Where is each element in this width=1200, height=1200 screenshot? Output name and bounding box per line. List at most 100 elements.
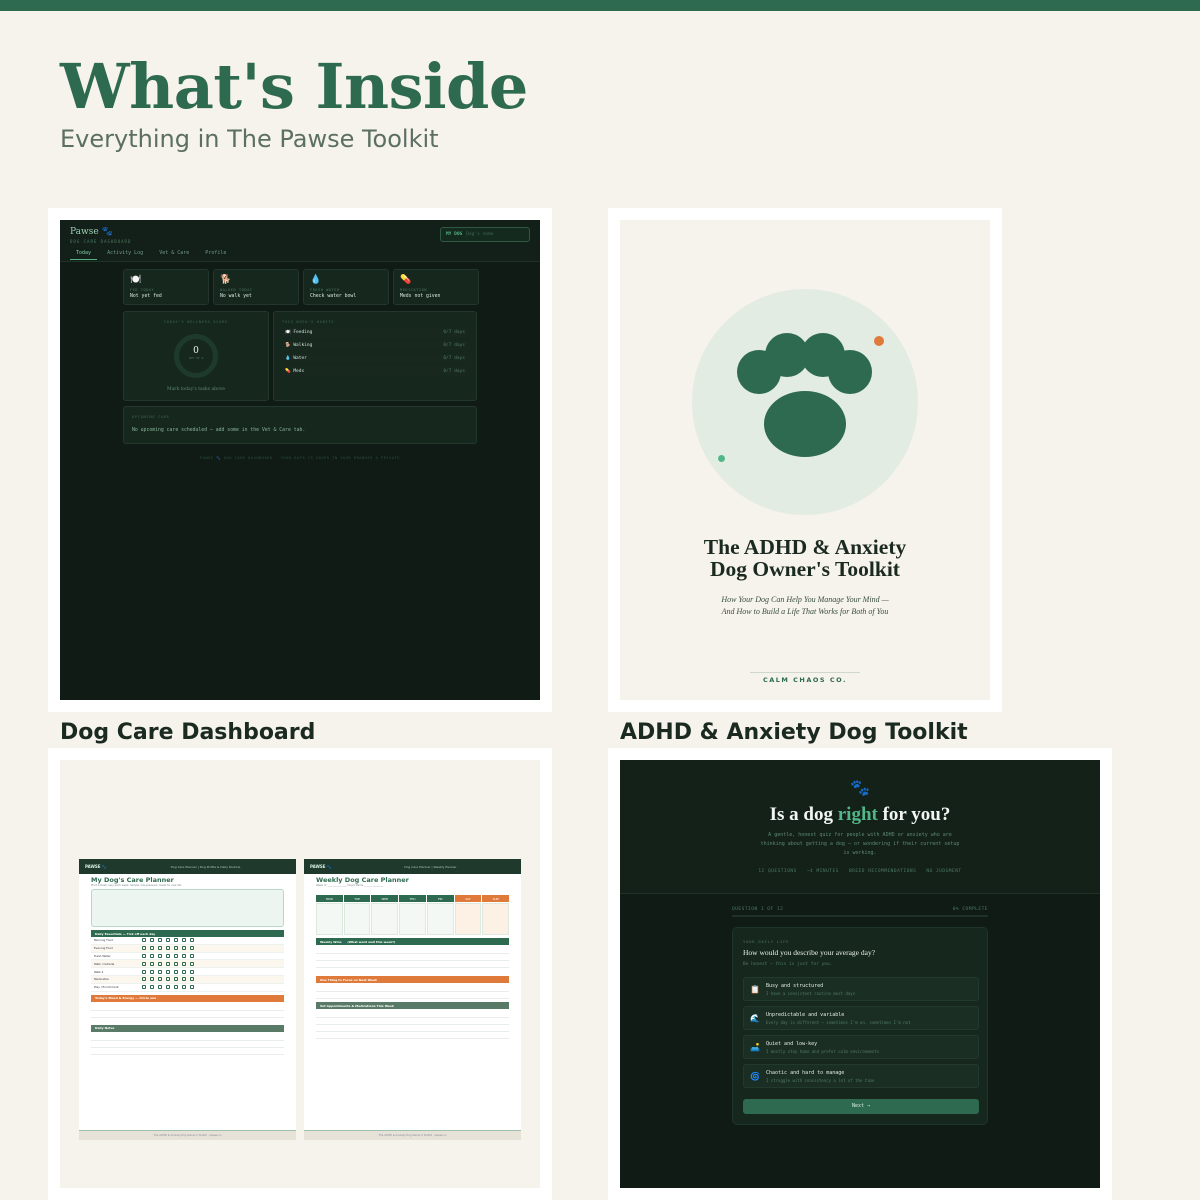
tab-profile[interactable]: Profile	[199, 250, 232, 260]
planner-nav: Dog Care Planner | Weekly Planner	[404, 864, 457, 869]
stat-label: FRESH WATER	[310, 288, 340, 292]
answer-option-quiet[interactable]: 🛋️ Quiet and low-key I mostly stay home an…	[743, 1035, 979, 1059]
focus-lines	[316, 985, 509, 999]
clipboard-icon: 📋	[750, 985, 760, 994]
habit-name: 💧 Water	[285, 356, 307, 361]
wellness-score: 0	[193, 346, 199, 356]
toolkit-cover: The ADHD & Anxiety Dog Owner's Toolkit Ho…	[620, 220, 990, 700]
wave-icon: 🌊	[750, 1014, 760, 1023]
stat-water[interactable]: 💧 FRESH WATER Check water bowl	[303, 269, 389, 305]
paw-toe-icon	[828, 350, 872, 394]
planner-subtitle: Week of _______________ Dog's Name _____…	[316, 884, 384, 887]
quiz-tag: BREED RECOMMENDATIONS	[848, 869, 917, 874]
quiz-progress-labels: QUESTION 1 OF 12 0% COMPLETE	[732, 907, 988, 912]
answer-option-unpredictable[interactable]: 🌊 Unpredictable and variable Every day is …	[743, 1006, 979, 1030]
answer-option-busy[interactable]: 📋 Busy and structured I have a consistent …	[743, 977, 979, 1001]
card-dog-care-planner[interactable]: PAWSE 🐾 Dog Care Planner | Dog Profile & …	[48, 748, 552, 1200]
planner-footer: The ADHD & Anxiety Dog Owner's Toolkit ·…	[79, 1130, 296, 1140]
grid-row: Morning Food	[91, 937, 284, 945]
tab-today[interactable]: Today	[70, 250, 98, 260]
option-desc: I mostly stay home and prefer calm envir…	[766, 1049, 880, 1054]
progress-question: QUESTION 1 OF 12	[732, 907, 784, 912]
dashboard-brand: Pawse 🐾	[70, 227, 113, 237]
stat-value: No walk yet	[220, 294, 252, 299]
daily-grid: Morning Food Evening Food Fresh Water Wa…	[91, 937, 284, 992]
habit-days: 0/7 days	[443, 356, 465, 361]
wellness-hint: Mark today's tasks above	[167, 387, 225, 392]
stat-label: FED TODAY	[130, 288, 155, 292]
wellness-ring: 0 OUT OF 4	[174, 334, 218, 378]
dog-icon: 🐕	[220, 275, 232, 285]
planner-preview: PAWSE 🐾 Dog Care Planner | Dog Profile & …	[60, 760, 540, 1188]
habit-days: 0/7 days	[443, 343, 465, 348]
planner-footer: The ADHD & Anxiety Dog Owner's Toolkit ·…	[304, 1130, 521, 1140]
stat-value: Meds not given	[400, 294, 441, 299]
card-dog-care-dashboard[interactable]: Pawse 🐾 DOG CARE DASHBOARD MY DOG Dog's n…	[48, 208, 552, 712]
stat-walked[interactable]: 🐕 WALKED TODAY No walk yet	[213, 269, 299, 305]
day-header: FRI	[426, 895, 454, 902]
option-desc: Every day is different — sometimes I'm o…	[766, 1020, 911, 1025]
day-header: TUE	[343, 895, 371, 902]
stat-medication[interactable]: 💊 MEDICATION Meds not given	[393, 269, 479, 305]
dashboard-tabs: Today Activity Log Vet & Care Profile	[70, 250, 232, 260]
planner-page-daily: PAWSE 🐾 Dog Care Planner | Dog Profile & …	[79, 859, 296, 1140]
habit-row: 🐕 Walking 0/7 days	[282, 341, 468, 350]
habit-row: 💧 Water 0/7 days	[282, 354, 468, 363]
grid-row: Walk 2	[91, 968, 284, 976]
pill-icon: 💊	[400, 275, 412, 285]
notes-lines	[91, 1033, 284, 1060]
next-button[interactable]: Next →	[743, 1099, 979, 1114]
grid-row: Walk / Outside	[91, 960, 284, 969]
grid-row: Fresh Water	[91, 953, 284, 961]
option-title: Busy and structured	[766, 983, 824, 989]
dog-name-placeholder: Dog's name	[466, 232, 494, 237]
option-title: Chaotic and hard to manage	[766, 1070, 845, 1076]
option-title: Quiet and low-key	[766, 1041, 818, 1047]
dog-name-input[interactable]: MY DOG Dog's name	[440, 227, 530, 242]
card-dog-quiz[interactable]: 🐾 Is a dog right for you? A gentle, hone…	[608, 748, 1112, 1200]
day-header: THU	[399, 895, 426, 902]
grid-row: Evening Food	[91, 944, 284, 953]
wellness-heading: TODAY'S WELLNESS SCORE	[164, 320, 228, 324]
green-dot-icon	[718, 455, 725, 462]
day-column	[399, 903, 426, 935]
stat-label: MEDICATION	[400, 288, 428, 292]
tab-activity-log[interactable]: Activity Log	[101, 250, 149, 260]
grid-row: Medication	[91, 975, 284, 984]
top-accent-bar	[0, 0, 1200, 11]
option-title: Unpredictable and variable	[766, 1012, 845, 1018]
water-drop-icon: 💧	[310, 275, 322, 285]
habit-name: 💊 Meds	[285, 369, 305, 374]
weekday-headers: MON TUE WED THU FRI SAT SUN	[316, 895, 510, 902]
vet-lines	[316, 1011, 509, 1041]
dashboard-brand-sub: DOG CARE DASHBOARD	[70, 239, 132, 244]
dashboard-screenshot: Pawse 🐾 DOG CARE DASHBOARD MY DOG Dog's n…	[60, 220, 540, 700]
quiz-title: Is a dog right for you?	[769, 804, 951, 825]
section-mood-energy: Today's Mood & Energy — Circle one	[91, 994, 284, 1002]
habit-name: 🐕 Walking	[285, 343, 313, 348]
day-column	[343, 903, 371, 935]
question-category: YOUR DAILY LIFE	[743, 939, 790, 944]
status-cards: 🍽️ FED TODAY Not yet fed 🐕 WALKED TODAY No w…	[123, 269, 479, 305]
wins-lines	[316, 947, 509, 973]
card-adhd-anxiety-toolkit[interactable]: The ADHD & Anxiety Dog Owner's Toolkit Ho…	[608, 208, 1002, 712]
tab-vet-care[interactable]: Vet & Care	[153, 250, 195, 260]
stat-fed[interactable]: 🍽️ FED TODAY Not yet fed	[123, 269, 209, 305]
habit-row: 🍽️ Feeding 0/7 days	[282, 328, 468, 337]
cover-divider	[750, 672, 860, 673]
planner-title: Weekly Dog Care Planner	[316, 876, 409, 884]
paw-pad-icon	[764, 391, 846, 457]
weekday-columns	[316, 903, 510, 935]
quiz-screenshot: 🐾 Is a dog right for you? A gentle, hone…	[620, 760, 1100, 1188]
page-title: What's Inside	[60, 50, 528, 123]
planner-brand: PAWSE 🐾	[310, 864, 332, 869]
bowl-icon: 🍽️	[130, 275, 142, 285]
upcoming-heading: UPCOMING CARE	[132, 415, 170, 419]
dog-profile-box	[91, 889, 284, 927]
section-vet: Vet Appointments & Medications This Week	[316, 1002, 509, 1009]
dog-name-label: MY DOG	[446, 232, 463, 237]
planner-title: My Dog's Care Planner	[91, 876, 174, 884]
answer-option-chaotic[interactable]: 🌀 Chaotic and hard to manage I struggle wi…	[743, 1064, 979, 1088]
mood-row	[91, 1003, 284, 1022]
page-subtitle: Everything in The Pawse Toolkit	[60, 125, 439, 153]
